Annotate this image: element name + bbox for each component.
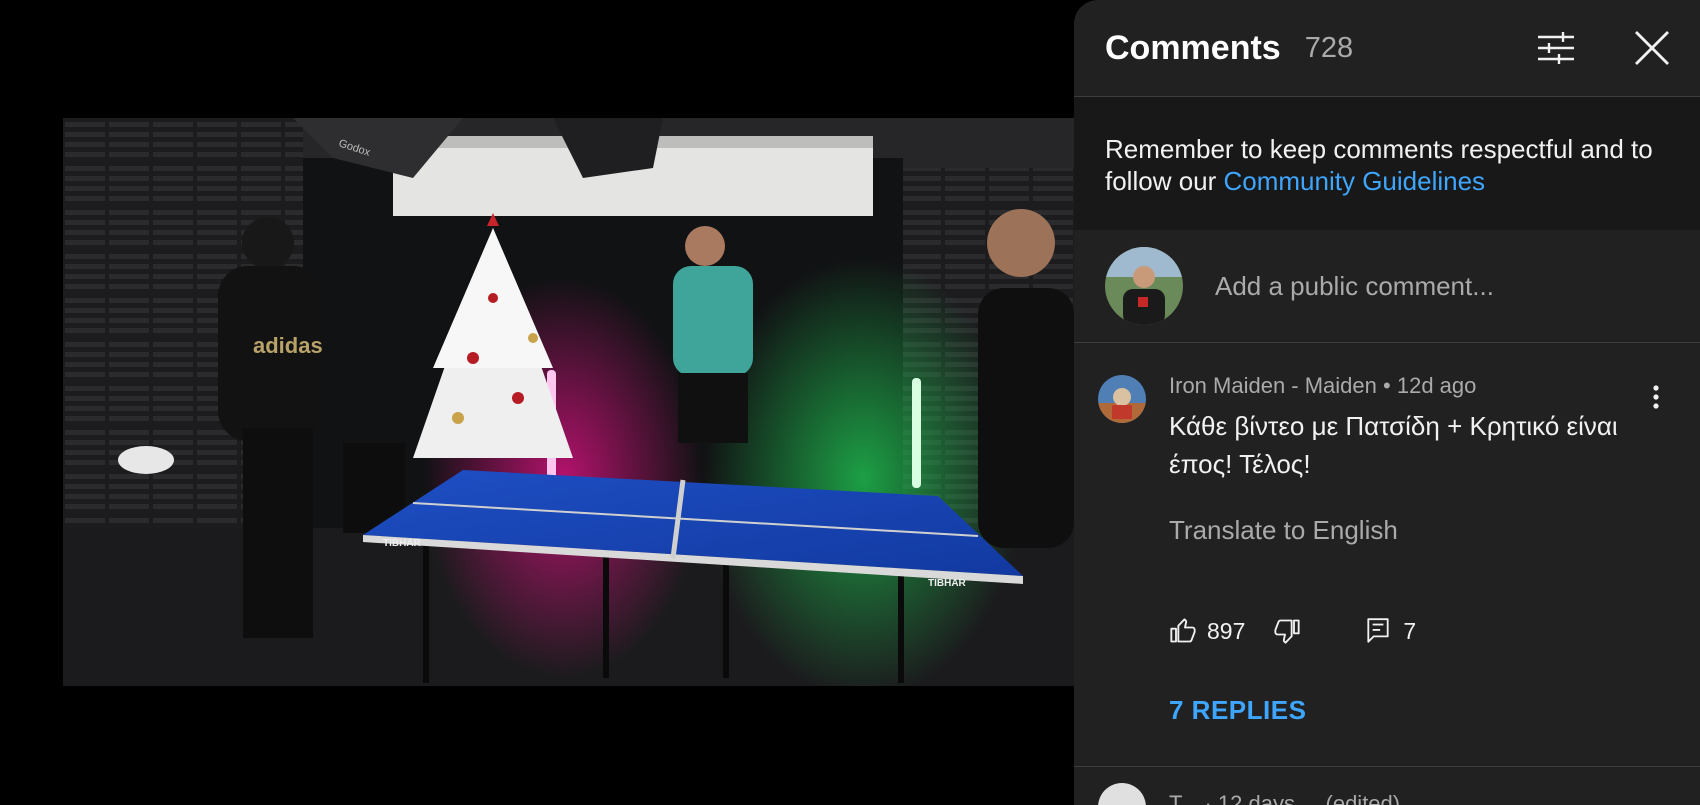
- comments-title: Comments: [1105, 28, 1281, 67]
- view-replies-link[interactable]: 7 REPLIES: [1169, 695, 1306, 726]
- comment-time: 12d ago: [1396, 373, 1477, 398]
- community-notice: Remember to keep comments respectful and…: [1074, 97, 1700, 230]
- translate-link[interactable]: Translate to English: [1169, 515, 1398, 546]
- close-comments-button[interactable]: [1628, 24, 1676, 72]
- video-table-brand-right: TIBHAR: [928, 578, 967, 589]
- comments-panel: Comments 728 Remember to keep comments r…: [1074, 0, 1700, 805]
- add-comment-input[interactable]: Add a public comment...: [1215, 271, 1494, 302]
- like-button[interactable]: 897: [1169, 617, 1245, 645]
- reply-button[interactable]: 7: [1365, 617, 1416, 645]
- video-player[interactable]: adidas TIBHAR TIBHAR Godox: [63, 118, 1074, 686]
- video-table-brand-left: TIBHAR: [383, 538, 422, 549]
- more-vert-icon: [1653, 385, 1659, 409]
- comment-text: Κάθε βίντεο με Πατσίδη + Κρητικό είναι έ…: [1169, 411, 1618, 479]
- next-comment-avatar[interactable]: [1098, 783, 1146, 805]
- meta-separator: •: [1383, 373, 1397, 398]
- dislike-button[interactable]: [1273, 617, 1301, 645]
- comment-item: Iron Maiden - Maiden • 12d ago Κάθε βίντ…: [1074, 343, 1700, 767]
- video-adidas-logo: adidas: [253, 333, 323, 358]
- sort-comments-button[interactable]: [1532, 24, 1580, 72]
- next-comment-meta: T... · 12 days ... (edited): [1169, 791, 1401, 805]
- comment-meta: Iron Maiden - Maiden • 12d ago: [1169, 373, 1476, 399]
- video-frame-image: adidas TIBHAR TIBHAR Godox: [63, 118, 1074, 686]
- tune-icon: [1538, 32, 1574, 64]
- user-avatar: [1105, 247, 1183, 325]
- community-guidelines-link[interactable]: Community Guidelines: [1224, 166, 1486, 196]
- thumb-down-icon: [1274, 619, 1300, 644]
- comment-author[interactable]: Iron Maiden - Maiden: [1169, 373, 1377, 398]
- comments-header: Comments 728: [1074, 0, 1700, 97]
- comment-item-next: T... · 12 days ... (edited): [1074, 767, 1700, 805]
- comments-count: 728: [1304, 31, 1354, 64]
- comment-icon: [1367, 618, 1389, 643]
- comment-actions: 897 7: [1169, 611, 1416, 651]
- thumb-up-icon: [1170, 618, 1196, 643]
- comment-author-avatar[interactable]: [1098, 375, 1146, 423]
- reply-count: 7: [1403, 617, 1417, 644]
- like-count: 897: [1207, 617, 1246, 644]
- add-comment-row[interactable]: Add a public comment...: [1074, 230, 1700, 343]
- close-icon: [1635, 31, 1669, 65]
